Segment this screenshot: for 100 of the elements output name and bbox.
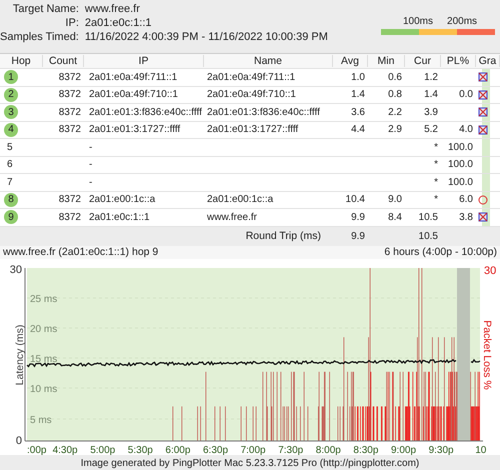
table-cell: * <box>434 159 438 170</box>
table-cell: 2.9 <box>388 124 402 136</box>
hop-number: 7 <box>6 176 13 188</box>
table-cell: 8372 <box>58 89 81 100</box>
table-cell: 3.6 <box>351 106 365 118</box>
table-cell: 100.0 <box>448 159 473 170</box>
latency-tick: 25 ms <box>30 294 58 304</box>
latency-tick: 5 ms <box>30 414 52 426</box>
footer-text: Image generated by PingPlotter Mac 5.23.3.7125 Pro (http://pingplotter.com) <box>80 458 420 468</box>
table-cell: 2a01:e01:3:1727::ffff <box>89 124 180 136</box>
table-cell: 8372 <box>58 194 81 206</box>
table-cell: 4.4 <box>351 124 365 136</box>
table-cell: 0.8 <box>388 89 402 100</box>
table-cell: 1.4 <box>351 89 365 100</box>
hop-badge: 2 <box>4 88 18 102</box>
table-cell: 9.0 <box>388 194 402 206</box>
summary-value: www.free.fr <box>84 3 141 15</box>
table-cell: 2.2 <box>388 106 402 118</box>
latency-tick: 20 ms <box>30 324 58 334</box>
column-header[interactable]: Gra <box>476 55 500 67</box>
table-cell: 100.0 <box>448 142 473 153</box>
table-cell: 0.6 <box>388 72 402 83</box>
x-tick: 4:30p <box>52 444 78 454</box>
summary-label: IP: <box>64 17 79 29</box>
summary-label: Target Name: <box>12 3 79 15</box>
table-cell: - <box>89 142 92 153</box>
loss-tick: 30 <box>484 264 496 276</box>
table-cell: 8372 <box>58 106 81 118</box>
column-header[interactable]: IP <box>84 55 204 67</box>
x-tick: 9:30p <box>428 444 454 454</box>
table-cell: * <box>434 176 438 188</box>
table-cell: - <box>89 159 92 170</box>
table-cell: 10.4 <box>346 194 365 206</box>
y-tick: 30 <box>10 264 22 276</box>
x-tick: 8:30p <box>353 444 378 454</box>
x-tick: 10 <box>475 444 486 454</box>
table-cell: 2a01:e0a:49f:710::1 <box>89 89 178 100</box>
x-tick: 7:00p <box>240 444 266 454</box>
x-tick: 8:00p <box>316 444 341 454</box>
summary-value: 11/16/2022 4:00:39 PM - 11/16/2022 10:00:39 PM <box>84 31 328 43</box>
table-cell: 8.4 <box>388 212 402 223</box>
graph-title: www.free.fr (2a01:e0c:1::1) hop 9 <box>3 246 158 258</box>
table-cell: * <box>434 194 438 206</box>
legend-label: 100ms <box>403 16 434 27</box>
table-cell: 2a01:e0c:1::1 <box>89 212 150 223</box>
table-cell: 3.9 <box>424 106 438 118</box>
column-header[interactable]: Name <box>204 55 333 67</box>
table-cell: 2a01:e01:3:f836:e40c::ffff <box>207 106 320 118</box>
table-cell: - <box>89 176 92 188</box>
y-axis-label: Latency (ms) <box>14 324 26 385</box>
table-cell: 2a01:e00:1c::a <box>207 194 274 206</box>
table-cell: 1.2 <box>424 72 438 83</box>
table-cell: 6.0 <box>459 194 473 206</box>
table-cell: 3.8 <box>459 212 473 223</box>
table-cell: 9.9 <box>351 212 365 223</box>
table-cell: 10.5 <box>418 212 438 223</box>
round-trip-cur: 10.5 <box>418 230 438 242</box>
hop-badge: 9 <box>4 210 18 224</box>
column-header[interactable]: PL% <box>441 55 476 67</box>
column-header[interactable]: Count <box>43 55 84 67</box>
table-cell: 0.0 <box>459 89 473 100</box>
hop-number: 6 <box>6 159 13 170</box>
table-cell: 5.2 <box>424 124 438 136</box>
x-tick: 6:30p <box>203 444 228 454</box>
hop-badge: 4 <box>4 122 18 137</box>
table-cell: 4.0 <box>459 124 473 136</box>
table-cell: 8372 <box>58 72 81 83</box>
table-cell: 1.0 <box>351 72 365 83</box>
column-header[interactable]: Avg <box>333 55 368 67</box>
y-tick: 0 <box>16 434 22 446</box>
latency-tick: 15 ms <box>30 354 58 364</box>
column-header[interactable]: Min <box>368 55 405 67</box>
x-tick: 5:30p <box>128 444 153 454</box>
table-cell: 2a01:e00:1c::a <box>89 194 156 206</box>
table-cell: 1.4 <box>424 89 438 100</box>
round-trip-avg: 9.9 <box>351 230 365 242</box>
summary-value: 2a01:e0c:1::1 <box>84 17 153 29</box>
table-cell: 2a01:e01:3:1727::ffff <box>207 124 298 136</box>
hop-badge: 3 <box>4 105 18 120</box>
table-cell: 2a01:e0a:49f:710::1 <box>207 89 296 100</box>
x-tick: 9:00p <box>391 444 416 454</box>
x-tick: 6:00p <box>165 444 190 454</box>
hop-badge: 1 <box>4 70 18 84</box>
table-cell: www.free.fr <box>207 212 258 223</box>
table-cell: 2a01:e0a:49f:711::1 <box>207 72 296 83</box>
graph-range: 6 hours (4:00p - 10:00p) <box>384 246 497 258</box>
x-tick: :00p <box>27 444 46 454</box>
y2-axis-label: Packet Loss % <box>481 320 493 390</box>
hop-number: 5 <box>6 142 13 153</box>
column-header[interactable]: Cur <box>405 55 441 67</box>
table-cell: 2a01:e01:3:f836:e40c::ffff <box>89 106 202 118</box>
table-cell: 8372 <box>58 124 81 136</box>
latency-tick: 10 ms <box>30 384 58 394</box>
x-tick: 7:30p <box>278 444 304 454</box>
column-header[interactable]: Hop <box>0 55 43 67</box>
table-cell: 2a01:e0a:49f:711::1 <box>89 72 178 83</box>
table-cell: 100.0 <box>448 176 473 188</box>
hop-badge: 8 <box>4 192 18 207</box>
legend-label: 200ms <box>447 16 478 27</box>
round-trip-label: Round Trip (ms) <box>244 230 322 242</box>
